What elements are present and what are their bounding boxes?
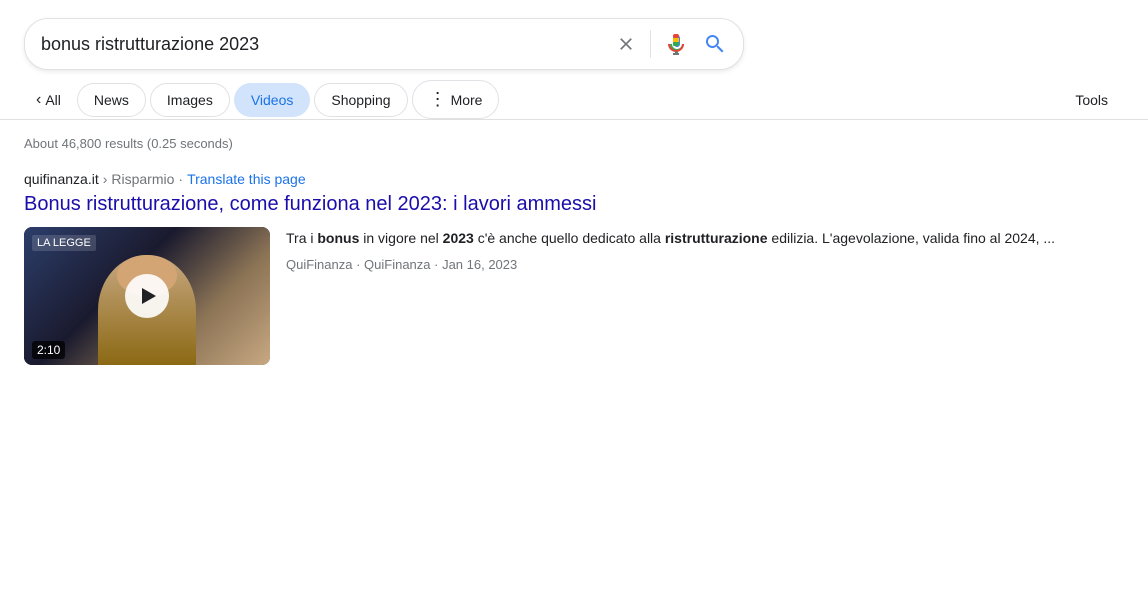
tab-images-label: Images [167, 92, 213, 108]
video-duration: 2:10 [32, 341, 65, 359]
tab-videos[interactable]: Videos [234, 83, 311, 117]
tab-images[interactable]: Images [150, 83, 230, 117]
search-bar-icons [616, 30, 727, 58]
thumbnail-label: LA LEGGE [32, 235, 96, 251]
breadcrumb-dot: · [178, 171, 183, 187]
search-submit-icon[interactable] [703, 32, 727, 56]
search-bar-section [0, 0, 1148, 70]
result-body: 2:10 LA LEGGE Tra i bonus in vigore nel … [24, 227, 1124, 365]
search-bar [24, 18, 744, 70]
result-domain: quifinanza.it [24, 171, 99, 187]
chevron-left-icon: ‹ [36, 91, 41, 109]
snippet-text: Tra i bonus in vigore nel 2023 c'è anche… [286, 227, 1124, 249]
breadcrumb-separator: › [103, 171, 108, 187]
tab-all-label: All [45, 92, 61, 108]
result-breadcrumb: quifinanza.it › Risparmio · Translate th… [24, 171, 1124, 187]
tab-videos-label: Videos [251, 92, 294, 108]
search-bar-divider [650, 30, 651, 58]
result-item: quifinanza.it › Risparmio · Translate th… [24, 171, 1124, 365]
results-area: About 46,800 results (0.25 seconds) quif… [0, 120, 1148, 397]
translate-link[interactable]: Translate this page [187, 171, 306, 187]
more-dots-icon: ⋮ [429, 89, 447, 110]
tab-all[interactable]: ‹ All [24, 81, 73, 119]
results-stats: About 46,800 results (0.25 seconds) [24, 136, 1124, 151]
tab-news-label: News [94, 92, 129, 108]
microphone-icon[interactable] [665, 31, 689, 57]
tab-shopping[interactable]: Shopping [314, 83, 407, 117]
tab-news[interactable]: News [77, 83, 146, 117]
result-snippet: Tra i bonus in vigore nel 2023 c'è anche… [286, 227, 1124, 272]
tools-label: Tools [1075, 92, 1108, 108]
result-thumbnail[interactable]: 2:10 LA LEGGE [24, 227, 270, 365]
search-tabs: ‹ All News Images Videos Shopping ⋮ More… [0, 70, 1148, 120]
tab-shopping-label: Shopping [331, 92, 390, 108]
result-title[interactable]: Bonus ristrutturazione, come funziona ne… [24, 191, 1124, 217]
play-icon [142, 288, 156, 304]
play-button[interactable] [125, 274, 169, 318]
tab-more-label: More [451, 92, 483, 108]
snippet-source: QuiFinanza · QuiFinanza · Jan 16, 2023 [286, 257, 1124, 272]
tools-button[interactable]: Tools [1059, 84, 1124, 116]
breadcrumb-sub: Risparmio [111, 171, 174, 187]
clear-icon[interactable] [616, 34, 636, 54]
search-input[interactable] [41, 34, 604, 55]
tab-more[interactable]: ⋮ More [412, 80, 500, 119]
